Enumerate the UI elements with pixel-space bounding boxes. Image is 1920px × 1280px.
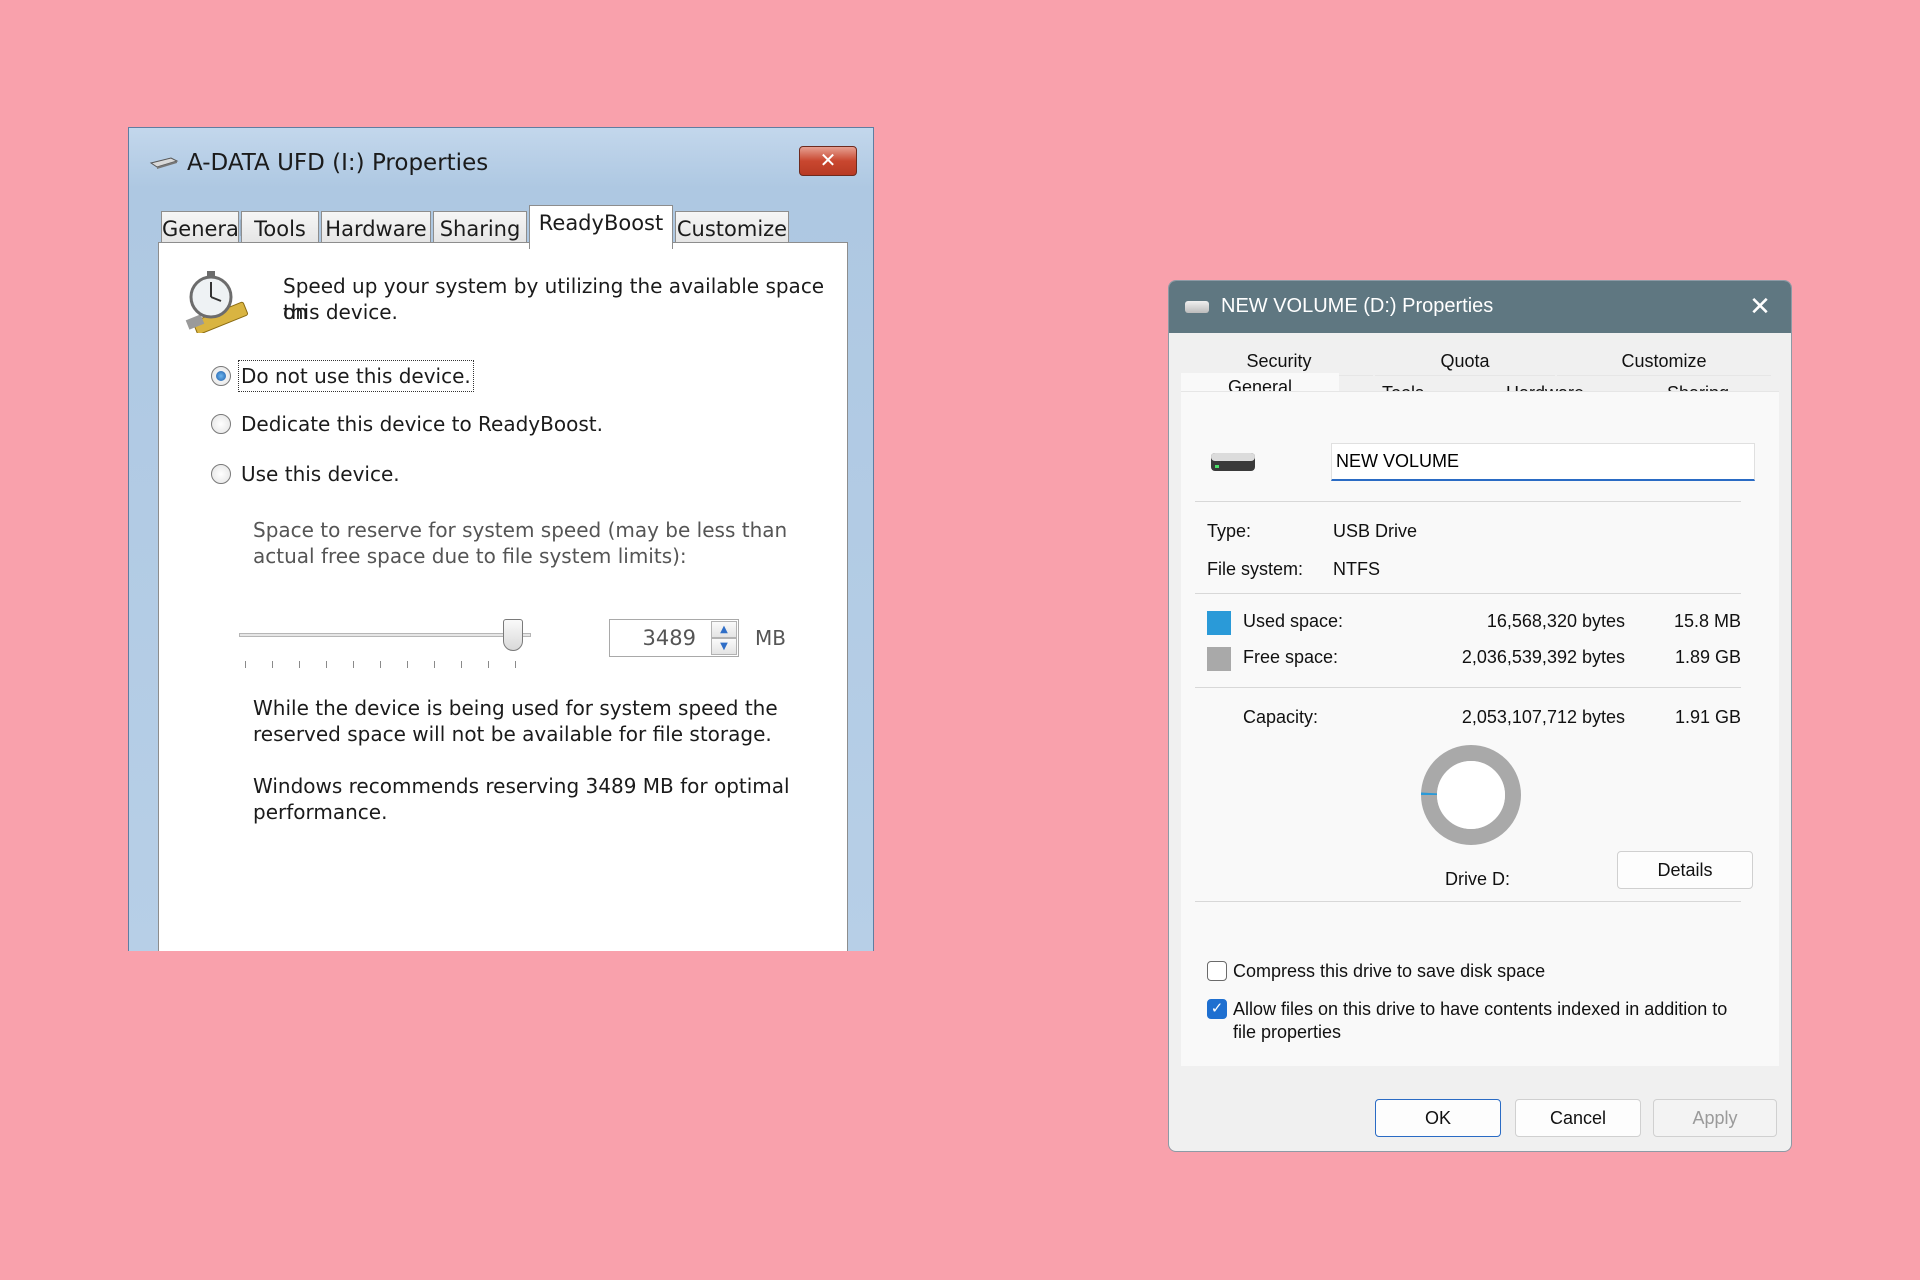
slider-tick: [461, 661, 462, 668]
reserve-slider-track: [239, 633, 531, 637]
slider-tick: [515, 661, 516, 668]
tab-customize[interactable]: Customize: [1557, 347, 1771, 376]
radio-use-device[interactable]: [211, 464, 231, 484]
used-space-swatch: [1207, 611, 1231, 635]
index-checkbox[interactable]: ✓: [1207, 999, 1227, 1019]
readyboost-panel: Speed up your system by utilizing the av…: [158, 242, 848, 951]
free-space-label: Free space:: [1243, 647, 1339, 667]
note-storage-line-1: While the device is being used for syste…: [253, 696, 778, 720]
slider-tick: [434, 661, 435, 668]
used-space-label: Used space:: [1243, 611, 1344, 631]
cancel-button[interactable]: Cancel: [1515, 1099, 1641, 1137]
slider-tick: [380, 661, 381, 668]
capacity-bytes: 2,053,107,712 bytes: [1461, 707, 1625, 727]
reserve-label-line-1: Space to reserve for system speed (may b…: [253, 518, 788, 542]
free-space-swatch: [1207, 647, 1231, 671]
recommendation-line-2: performance.: [253, 800, 388, 824]
free-space-bytes: 2,036,539,392 bytes: [1461, 647, 1625, 667]
compress-label[interactable]: Compress this drive to save disk space: [1233, 961, 1545, 982]
tab-quota[interactable]: Quota: [1375, 347, 1555, 376]
divider: [1195, 501, 1741, 502]
spin-down-arrow-icon[interactable]: ▼: [711, 638, 737, 655]
tab-readyboost[interactable]: ReadyBoost: [529, 205, 673, 249]
used-space-size: 15.8 MB: [1673, 611, 1741, 631]
window-title: A-DATA UFD (I:) Properties: [187, 150, 489, 176]
note-storage-line-2: reserved space will not be available for…: [253, 722, 772, 746]
readyboost-stopwatch-icon: [185, 271, 249, 333]
index-label-line-1[interactable]: Allow files on this drive to have conten…: [1233, 999, 1727, 1020]
slider-tick: [407, 661, 408, 668]
donut-center: [1437, 761, 1505, 829]
type-value: USB Drive: [1333, 521, 1418, 541]
disk-usage-donut: [1421, 745, 1521, 845]
close-icon[interactable]: ✕: [1745, 291, 1775, 321]
divider: [1195, 593, 1741, 594]
recommendation-line-1: Windows recommends reserving 3489 MB for…: [253, 774, 790, 798]
radio-do-not-use[interactable]: [211, 366, 231, 386]
apply-button[interactable]: Apply: [1653, 1099, 1777, 1137]
volume-name-input[interactable]: [1331, 443, 1755, 481]
slider-tick: [353, 661, 354, 668]
unit-label: MB: [755, 626, 786, 650]
volume-properties-window: NEW VOLUME (D:) Properties ✕ Security Qu…: [1168, 280, 1792, 1152]
divider: [1195, 901, 1741, 902]
slider-tick: [326, 661, 327, 668]
ok-button[interactable]: OK: [1375, 1099, 1501, 1137]
reserve-slider-thumb[interactable]: [503, 619, 523, 651]
window-title: NEW VOLUME (D:) Properties: [1221, 295, 1494, 317]
details-button[interactable]: Details: [1617, 851, 1753, 889]
readyboost-properties-window: A-DATA UFD (I:) Properties ✕ General Too…: [128, 127, 874, 951]
used-space-bytes: 16,568,320 bytes: [1486, 611, 1625, 631]
spin-up-arrow-icon[interactable]: ▲: [711, 621, 737, 638]
usb-drive-icon: [149, 157, 179, 169]
reserve-value: 3489: [642, 626, 696, 650]
slider-tick: [488, 661, 489, 668]
drive-label: Drive D:: [1445, 869, 1511, 889]
close-button[interactable]: ✕: [799, 146, 857, 176]
drive-icon: [1185, 301, 1209, 313]
intro-line-2: this device.: [283, 300, 398, 324]
slider-tick: [299, 661, 300, 668]
free-space-size: 1.89 GB: [1674, 647, 1741, 667]
title-bar[interactable]: A-DATA UFD (I:) Properties ✕: [129, 128, 873, 188]
file-system-value: NTFS: [1333, 559, 1380, 579]
slider-tick: [272, 661, 273, 668]
option-do-not-use-label[interactable]: Do not use this device.: [238, 360, 474, 392]
title-bar[interactable]: NEW VOLUME (D:) Properties ✕: [1169, 281, 1791, 333]
capacity-label: Capacity:: [1243, 707, 1319, 727]
capacity-size: 1.91 GB: [1674, 707, 1741, 727]
reserve-spinbox[interactable]: 3489 ▲ ▼: [609, 619, 739, 657]
reserve-label-line-2: actual free space due to file system lim…: [253, 544, 687, 568]
drive-icon: [1211, 453, 1255, 471]
compress-checkbox[interactable]: [1207, 961, 1227, 981]
tab-security[interactable]: Security: [1185, 347, 1373, 376]
divider: [1195, 687, 1741, 688]
type-label: Type:: [1207, 521, 1252, 541]
option-dedicate-label[interactable]: Dedicate this device to ReadyBoost.: [241, 411, 603, 437]
slider-tick: [245, 661, 246, 668]
index-label-line-2[interactable]: file properties: [1233, 1022, 1341, 1043]
radio-dedicate[interactable]: [211, 414, 231, 434]
option-use-device-label[interactable]: Use this device.: [241, 461, 400, 487]
file-system-label: File system:: [1207, 559, 1304, 579]
